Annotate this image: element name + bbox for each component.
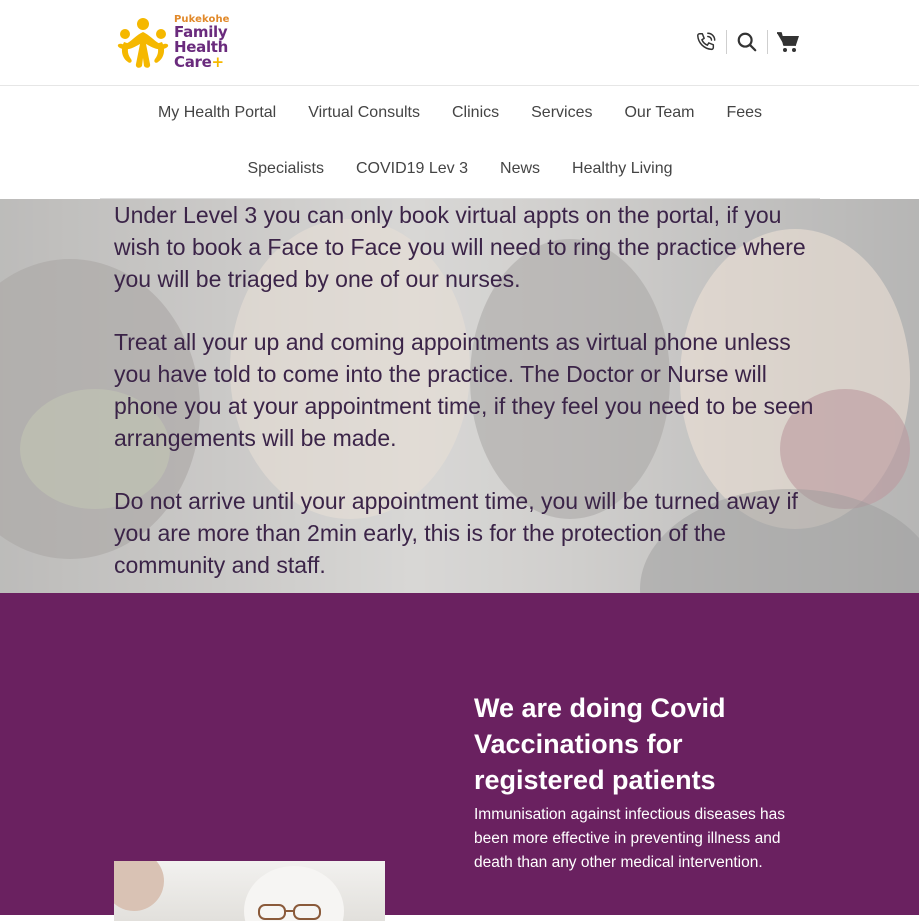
search-icon[interactable] — [729, 27, 765, 57]
site-header: Pukekohe Family Health Care+ — [0, 0, 919, 86]
hero-paragraph-virtual: Treat all your up and coming appointment… — [114, 329, 814, 451]
nav-row-1: My Health Portal Virtual Consults Clinic… — [100, 104, 820, 122]
hero-text: Under Level 3 you can only book virtual … — [114, 199, 814, 593]
vaccination-body: Immunisation against infectious diseases… — [474, 806, 786, 871]
divider — [726, 30, 727, 54]
nav-item-news[interactable]: News — [484, 160, 556, 178]
nav-item-virtual-consults[interactable]: Virtual Consults — [292, 104, 436, 122]
nav-item-services[interactable]: Services — [515, 104, 608, 122]
vaccination-title: We are doing Covid Vaccinations for regi… — [474, 693, 726, 795]
logo-text: Pukekohe Family Health Care+ — [174, 14, 230, 71]
vaccination-photo — [114, 861, 385, 921]
main-navigation: My Health Portal Virtual Consults Clinic… — [100, 86, 820, 199]
cart-icon[interactable] — [770, 27, 806, 57]
vaccination-section: We are doing Covid Vaccinations for regi… — [0, 593, 919, 921]
phone-icon[interactable] — [688, 27, 724, 57]
nav-row-2: Specialists COVID19 Lev 3 News Healthy L… — [100, 160, 820, 178]
logo[interactable]: Pukekohe Family Health Care+ — [114, 12, 238, 72]
nav-item-my-health-portal[interactable]: My Health Portal — [142, 104, 292, 122]
nav-item-our-team[interactable]: Our Team — [608, 104, 710, 122]
logo-figures-icon — [114, 14, 172, 70]
hero-paragraph-arrival: Do not arrive until your appointment tim… — [114, 488, 798, 578]
hero-banner: Under Level 3 you can only book virtual … — [0, 199, 919, 593]
logo-plus: + — [211, 52, 225, 71]
nav-item-healthy-living[interactable]: Healthy Living — [556, 160, 689, 178]
logo-line-4: Care+ — [174, 52, 230, 71]
nav-item-clinics[interactable]: Clinics — [436, 104, 515, 122]
logo-care-text: Care — [174, 52, 212, 71]
nav-item-specialists[interactable]: Specialists — [231, 160, 339, 178]
nav-item-fees[interactable]: Fees — [710, 104, 778, 122]
divider — [767, 30, 768, 54]
hero-paragraph-level3: Under Level 3 you can only book virtual … — [114, 202, 806, 292]
nav-item-covid19-lev-3[interactable]: COVID19 Lev 3 — [340, 160, 484, 178]
header-actions — [688, 27, 806, 57]
